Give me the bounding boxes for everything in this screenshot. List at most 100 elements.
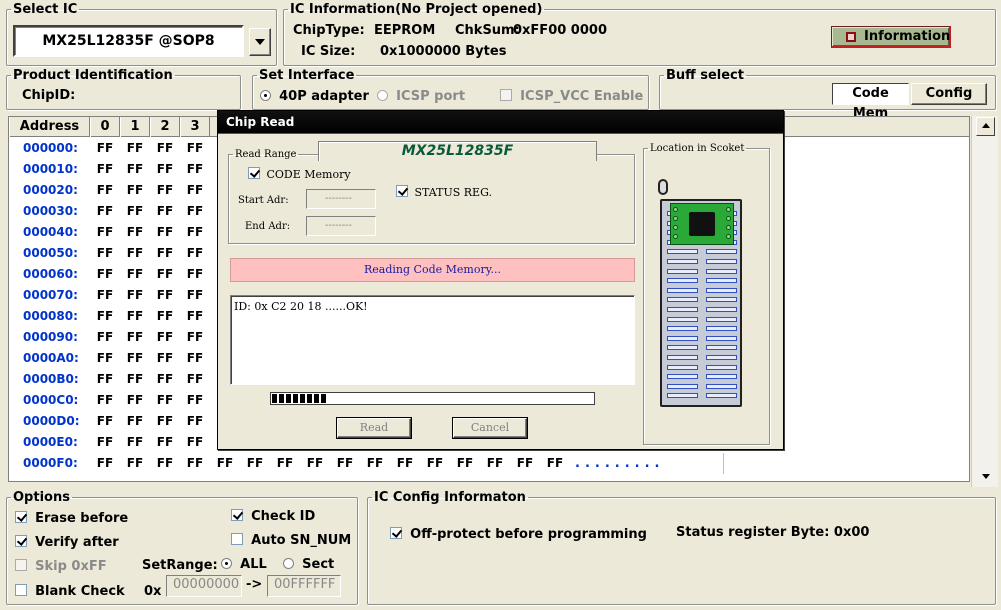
- hex-cell[interactable]: FF: [180, 243, 210, 264]
- hex-cell[interactable]: FF: [330, 453, 360, 474]
- icsp-vcc-checkbox[interactable]: ICSP_VCC Enable: [500, 89, 643, 104]
- hex-cell[interactable]: FF: [180, 159, 210, 180]
- hex-cell[interactable]: FF: [90, 180, 120, 201]
- hex-cell[interactable]: FF: [90, 306, 120, 327]
- hex-cell[interactable]: FF: [180, 201, 210, 222]
- hex-cell[interactable]: FF: [210, 453, 240, 474]
- hex-cell[interactable]: FF: [150, 306, 180, 327]
- hex-cell[interactable]: FF: [150, 285, 180, 306]
- skip-ff-checkbox[interactable]: Skip 0xFF: [15, 559, 107, 574]
- hex-cell[interactable]: FF: [120, 285, 150, 306]
- hex-cell[interactable]: FF: [270, 453, 300, 474]
- start-adr-input[interactable]: --------: [306, 189, 376, 209]
- hex-cell[interactable]: FF: [180, 264, 210, 285]
- status-reg-checkbox[interactable]: STATUS REG.: [396, 185, 492, 199]
- hex-cell[interactable]: FF: [120, 390, 150, 411]
- hex-cell[interactable]: FF: [150, 327, 180, 348]
- end-adr-input[interactable]: --------: [306, 216, 376, 236]
- hex-cell[interactable]: FF: [120, 432, 150, 453]
- hex-cell[interactable]: FF: [450, 453, 480, 474]
- vertical-scrollbar[interactable]: [971, 116, 998, 487]
- range-end-input[interactable]: 00FFFFFF: [267, 575, 341, 597]
- hex-cell[interactable]: FF: [150, 201, 180, 222]
- hex-cell[interactable]: FF: [180, 453, 210, 474]
- hex-cell[interactable]: FF: [150, 453, 180, 474]
- blank-check-checkbox[interactable]: Blank Check: [15, 584, 125, 599]
- device-dropdown-button[interactable]: [249, 28, 271, 56]
- hex-cell[interactable]: FF: [510, 453, 540, 474]
- hex-cell[interactable]: FF: [120, 348, 150, 369]
- auto-sn-checkbox[interactable]: Auto SN_NUM: [231, 533, 351, 548]
- hex-cell[interactable]: FF: [90, 222, 120, 243]
- hex-cell[interactable]: FF: [150, 243, 180, 264]
- information-button[interactable]: Information: [831, 26, 951, 48]
- off-protect-checkbox[interactable]: Off-protect before programming: [390, 527, 647, 542]
- code-memory-checkbox[interactable]: CODE Memory: [248, 167, 351, 181]
- hex-cell[interactable]: FF: [90, 348, 120, 369]
- hex-cell[interactable]: FF: [540, 453, 570, 474]
- range-all-radio[interactable]: ALL: [221, 557, 267, 572]
- verify-after-checkbox[interactable]: Verify after: [15, 535, 119, 550]
- hex-cell[interactable]: FF: [180, 411, 210, 432]
- hex-cell[interactable]: FF: [120, 222, 150, 243]
- hex-cell[interactable]: FF: [180, 348, 210, 369]
- cancel-button[interactable]: Cancel: [453, 418, 527, 438]
- device-select[interactable]: MX25L12835F @SOP8: [13, 25, 244, 57]
- hex-cell[interactable]: FF: [180, 180, 210, 201]
- hex-cell[interactable]: FF: [90, 327, 120, 348]
- hex-cell[interactable]: FF: [90, 390, 120, 411]
- hex-cell[interactable]: FF: [90, 159, 120, 180]
- hex-cell[interactable]: FF: [90, 201, 120, 222]
- hex-cell[interactable]: FF: [120, 201, 150, 222]
- hex-cell[interactable]: FF: [360, 453, 390, 474]
- hex-cell[interactable]: FF: [120, 243, 150, 264]
- hex-cell[interactable]: FF: [390, 453, 420, 474]
- hex-cell[interactable]: FF: [180, 327, 210, 348]
- hex-cell[interactable]: FF: [90, 285, 120, 306]
- hex-cell[interactable]: FF: [90, 369, 120, 390]
- hex-cell[interactable]: FF: [150, 159, 180, 180]
- hex-cell[interactable]: FF: [180, 306, 210, 327]
- hex-cell[interactable]: FF: [150, 432, 180, 453]
- erase-before-checkbox[interactable]: Erase before: [15, 511, 128, 526]
- config-tab[interactable]: Config: [911, 83, 987, 105]
- range-start-input[interactable]: 00000000: [166, 575, 242, 597]
- hex-cell[interactable]: FF: [180, 222, 210, 243]
- hex-cell[interactable]: FF: [90, 138, 120, 159]
- hex-cell[interactable]: FF: [120, 138, 150, 159]
- hex-cell[interactable]: FF: [180, 432, 210, 453]
- hex-cell[interactable]: FF: [180, 390, 210, 411]
- dialog-title-bar[interactable]: Chip Read: [218, 111, 783, 134]
- hex-cell[interactable]: FF: [120, 180, 150, 201]
- hex-cell[interactable]: FF: [180, 285, 210, 306]
- hex-cell[interactable]: FF: [90, 411, 120, 432]
- hex-cell[interactable]: FF: [120, 411, 150, 432]
- hex-cell[interactable]: FF: [480, 453, 510, 474]
- hex-cell[interactable]: FF: [120, 453, 150, 474]
- hex-cell[interactable]: FF: [120, 327, 150, 348]
- scroll-up-button[interactable]: [976, 117, 995, 136]
- hex-cell[interactable]: FF: [120, 369, 150, 390]
- hex-cell[interactable]: FF: [150, 411, 180, 432]
- range-sect-radio[interactable]: Sect: [283, 557, 334, 572]
- hex-cell[interactable]: FF: [120, 159, 150, 180]
- hex-cell[interactable]: FF: [150, 180, 180, 201]
- hex-cell[interactable]: FF: [120, 306, 150, 327]
- hex-cell[interactable]: FF: [90, 243, 120, 264]
- hex-cell[interactable]: FF: [180, 369, 210, 390]
- hex-cell[interactable]: FF: [120, 264, 150, 285]
- interface-icsp-radio[interactable]: ICSP port: [377, 89, 465, 104]
- read-button[interactable]: Read: [337, 418, 411, 438]
- hex-cell[interactable]: FF: [90, 453, 120, 474]
- hex-cell[interactable]: FF: [180, 138, 210, 159]
- scroll-down-button[interactable]: [976, 468, 995, 487]
- hex-cell[interactable]: FF: [150, 369, 180, 390]
- hex-cell[interactable]: FF: [420, 453, 450, 474]
- hex-cell[interactable]: FF: [90, 432, 120, 453]
- hex-cell[interactable]: FF: [90, 264, 120, 285]
- check-id-checkbox[interactable]: Check ID: [231, 509, 315, 524]
- interface-40p-radio[interactable]: 40P adapter: [260, 89, 369, 104]
- hex-cell[interactable]: FF: [150, 264, 180, 285]
- hex-cell[interactable]: FF: [150, 138, 180, 159]
- hex-cell[interactable]: FF: [150, 222, 180, 243]
